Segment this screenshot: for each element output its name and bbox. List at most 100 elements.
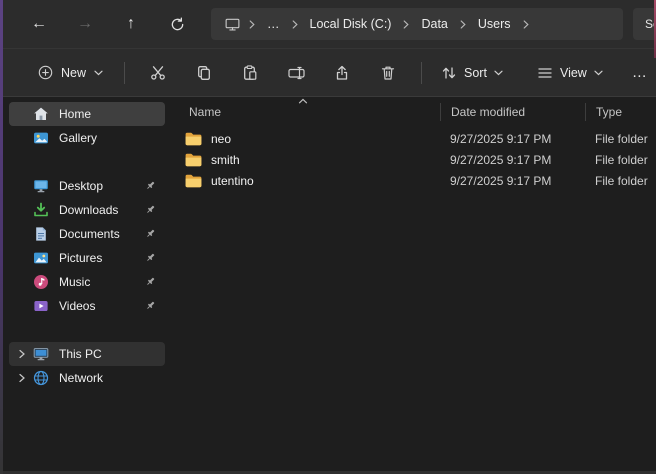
view-icon	[537, 65, 553, 81]
copy-icon	[196, 65, 212, 81]
tree-expand-chevron-icon[interactable]	[18, 349, 26, 359]
home-icon	[33, 106, 49, 122]
breadcrumb-chevron-icon[interactable]	[457, 20, 469, 29]
toolbar-separator	[421, 62, 422, 84]
sidebar: Home Gallery Desktop Downloads	[3, 98, 171, 471]
scissors-icon	[150, 65, 166, 81]
table-row[interactable]: smith 9/27/2025 9:17 PM File folder	[171, 149, 656, 170]
column-header-name[interactable]: Name	[171, 103, 440, 121]
table-row[interactable]: utentino 9/27/2025 9:17 PM File folder	[171, 170, 656, 191]
sidebar-item-home[interactable]: Home	[9, 102, 165, 126]
sidebar-section-gap	[3, 150, 171, 174]
back-button[interactable]: ←	[21, 8, 57, 40]
gallery-icon	[33, 130, 49, 146]
sort-button-label: Sort	[464, 66, 487, 80]
rename-icon	[288, 65, 305, 81]
sort-button[interactable]: Sort	[432, 57, 512, 89]
sidebar-item-label: Home	[59, 107, 91, 121]
pin-icon[interactable]	[145, 252, 156, 263]
breadcrumb-chevron-icon[interactable]	[289, 20, 301, 29]
sidebar-item-pictures[interactable]: Pictures	[9, 246, 165, 270]
rename-button[interactable]	[274, 57, 318, 89]
breadcrumb-item-data[interactable]: Data	[412, 12, 456, 36]
trash-icon	[380, 65, 396, 81]
sort-icon	[441, 65, 457, 81]
address-bar[interactable]: … Local Disk (C:) Data Users	[211, 8, 623, 40]
sidebar-item-label: Pictures	[59, 251, 102, 265]
sidebar-item-label: Videos	[59, 299, 95, 313]
breadcrumb-chevron-icon[interactable]	[246, 20, 258, 29]
content-area: Home Gallery Desktop Downloads	[3, 98, 656, 471]
sidebar-item-label: This PC	[59, 347, 102, 361]
network-icon	[33, 370, 49, 386]
pin-icon[interactable]	[145, 204, 156, 215]
file-date-modified: 9/27/2025 9:17 PM	[440, 174, 585, 188]
more-options-button[interactable]: …	[624, 57, 656, 89]
command-toolbar: New Sort	[3, 48, 656, 97]
folder-icon	[185, 174, 202, 188]
folder-icon	[185, 153, 202, 167]
sidebar-item-documents[interactable]: Documents	[9, 222, 165, 246]
pin-icon[interactable]	[145, 300, 156, 311]
pictures-icon	[33, 250, 49, 266]
sidebar-item-this-pc[interactable]: This PC	[9, 342, 165, 366]
music-icon	[33, 274, 49, 290]
file-rows: neo 9/27/2025 9:17 PM File folder smith …	[171, 128, 656, 191]
copy-button[interactable]	[182, 57, 226, 89]
sidebar-item-label: Desktop	[59, 179, 103, 193]
table-row[interactable]: neo 9/27/2025 9:17 PM File folder	[171, 128, 656, 149]
tree-expand-chevron-icon[interactable]	[18, 373, 26, 383]
file-list-panel: Name Date modified Type neo 9/27/2025 9:…	[171, 98, 656, 471]
plus-icon	[38, 65, 53, 80]
desktop-icon	[33, 178, 49, 194]
file-date-modified: 9/27/2025 9:17 PM	[440, 132, 585, 146]
breadcrumb-item-local-disk[interactable]: Local Disk (C:)	[301, 12, 401, 36]
delete-button[interactable]	[366, 57, 410, 89]
file-type: File folder	[585, 132, 656, 146]
column-headers: Name Date modified Type	[171, 101, 656, 123]
sidebar-item-downloads[interactable]: Downloads	[9, 198, 165, 222]
cut-button[interactable]	[136, 57, 180, 89]
breadcrumb-ellipsis[interactable]: …	[258, 12, 289, 36]
new-button[interactable]: New	[27, 57, 114, 89]
pin-icon[interactable]	[145, 276, 156, 287]
clipboard-icon	[242, 65, 258, 81]
pin-icon[interactable]	[145, 228, 156, 239]
sidebar-item-label: Music	[59, 275, 90, 289]
column-header-date-modified[interactable]: Date modified	[440, 103, 585, 121]
file-name: neo	[211, 132, 231, 146]
sidebar-item-gallery[interactable]: Gallery	[9, 126, 165, 150]
forward-button[interactable]: →	[67, 8, 103, 40]
breadcrumb-chevron-icon[interactable]	[400, 20, 412, 29]
sidebar-item-music[interactable]: Music	[9, 270, 165, 294]
share-icon	[334, 65, 350, 81]
sidebar-item-videos[interactable]: Videos	[9, 294, 165, 318]
refresh-button[interactable]	[159, 8, 195, 40]
search-box[interactable]	[633, 8, 656, 40]
breadcrumb-item-users[interactable]: Users	[469, 12, 520, 36]
sidebar-item-network[interactable]: Network	[9, 366, 165, 390]
videos-icon	[33, 298, 49, 314]
share-button[interactable]	[320, 57, 364, 89]
search-input[interactable]	[633, 17, 656, 31]
downloads-icon	[33, 202, 49, 218]
sidebar-item-label: Documents	[59, 227, 120, 241]
sidebar-item-desktop[interactable]: Desktop	[9, 174, 165, 198]
refresh-icon	[170, 17, 185, 32]
toolbar-separator	[124, 62, 125, 84]
breadcrumb-chevron-icon[interactable]	[520, 20, 532, 29]
chevron-down-icon	[494, 70, 503, 76]
folder-icon	[185, 132, 202, 146]
sidebar-item-label: Network	[59, 371, 103, 385]
paste-button[interactable]	[228, 57, 272, 89]
up-button[interactable]: ↑	[113, 8, 149, 40]
pin-icon[interactable]	[145, 180, 156, 191]
sidebar-item-label: Gallery	[59, 131, 97, 145]
view-button[interactable]: View	[528, 57, 612, 89]
sidebar-item-label: Downloads	[59, 203, 118, 217]
column-header-type[interactable]: Type	[585, 103, 656, 121]
this-pc-icon	[225, 17, 240, 32]
file-date-modified: 9/27/2025 9:17 PM	[440, 153, 585, 167]
chevron-down-icon	[94, 70, 103, 76]
file-type: File folder	[585, 153, 656, 167]
